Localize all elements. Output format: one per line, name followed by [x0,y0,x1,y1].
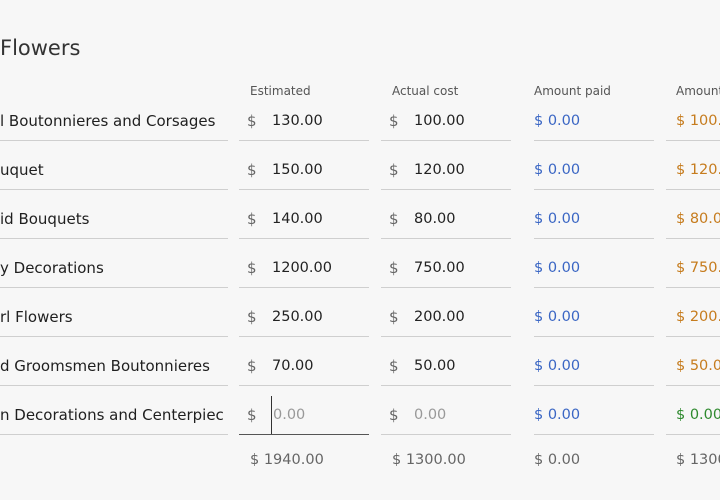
actual-value: 100.00 [414,113,465,129]
estimated-value: 150.00 [272,162,323,178]
paid-value: $ 0.00 [534,211,581,227]
dollar-sign: $ [389,259,399,277]
column-header-amount-paid: Amount paid [534,84,611,98]
paid-value: $ 0.00 [534,358,581,374]
amount-paid-link[interactable]: $ 0.00 [534,200,654,239]
amount-due-cell: $ 80.00 [666,200,720,239]
actual-cost-input[interactable]: $ 0.00 [381,396,511,435]
amount-due-cell: $ 120.0 [666,151,720,190]
amount-paid-link[interactable]: $ 0.00 [534,298,654,337]
estimated-value: 250.00 [272,309,323,325]
actual-cost-input[interactable]: $ 120.00 [381,151,511,190]
estimated-cost-input[interactable]: $ 70.00 [239,347,369,386]
paid-value: $ 0.00 [534,260,581,276]
actual-cost-input[interactable]: $ 50.00 [381,347,511,386]
estimated-value: 70.00 [272,358,314,374]
dollar-sign: $ [389,406,399,424]
amount-due-cell: $ 200.0 [666,298,720,337]
amount-due-cell: $ 100.0 [666,102,720,141]
total-amount-due: $ 1300 [676,452,720,468]
estimated-cost-input[interactable]: $ 1200.00 [239,249,369,288]
total-amount-paid: $ 0.00 [534,452,581,468]
due-value: $ 100.0 [676,113,720,129]
column-header-estimated: Estimated [250,84,311,98]
actual-value: 120.00 [414,162,465,178]
amount-due-cell: $ 750.0 [666,249,720,288]
budget-row: y Decorations $ 1200.00 $ 750.00 $ 0.00 … [0,249,720,298]
budget-row: l Boutonnieres and Corsages $ 130.00 $ 1… [0,102,720,151]
budget-row: rl Flowers $ 250.00 $ 200.00 $ 0.00 $ 20… [0,298,720,347]
paid-value: $ 0.00 [534,309,581,325]
estimated-cost-input[interactable]: $ 140.00 [239,200,369,239]
amount-paid-link[interactable]: $ 0.00 [534,396,654,435]
due-value: $ 750.0 [676,260,720,276]
dollar-sign: $ [247,308,257,326]
dollar-sign: $ [247,357,257,375]
dollar-sign: $ [389,357,399,375]
actual-placeholder: 0.00 [414,407,447,423]
actual-value: 80.00 [414,211,456,227]
dollar-sign: $ [247,210,257,228]
category-label: uquet [0,151,228,190]
dollar-sign: $ [389,308,399,326]
budget-row: id Bouquets $ 140.00 $ 80.00 $ 0.00 $ 80… [0,200,720,249]
actual-value: 200.00 [414,309,465,325]
due-value: $ 200.0 [676,309,720,325]
amount-paid-link[interactable]: $ 0.00 [534,151,654,190]
estimated-placeholder: 0.00 [271,396,305,434]
estimated-value: 130.00 [272,113,323,129]
dollar-sign: $ [389,161,399,179]
actual-cost-input[interactable]: $ 100.00 [381,102,511,141]
category-label: id Bouquets [0,200,228,239]
due-value: $ 50.00 [676,358,720,374]
budget-page: Flowers Estimated Actual cost Amount pai… [0,0,720,500]
dollar-sign: $ [389,210,399,228]
amount-paid-link[interactable]: $ 0.00 [534,102,654,141]
dollar-sign: $ [247,406,257,424]
column-header-actual-cost: Actual cost [392,84,459,98]
category-label: rl Flowers [0,298,228,337]
actual-value: 750.00 [414,260,465,276]
category-label: l Boutonnieres and Corsages [0,102,228,141]
due-value: $ 120.0 [676,162,720,178]
estimated-cost-input[interactable]: $ 130.00 [239,102,369,141]
due-value: $ 80.00 [676,211,720,227]
budget-row: uquet $ 150.00 $ 120.00 $ 0.00 $ 120.0 [0,151,720,200]
actual-value: 50.00 [414,358,456,374]
category-label: d Groomsmen Boutonnieres [0,347,228,386]
amount-paid-link[interactable]: $ 0.00 [534,347,654,386]
estimated-cost-input[interactable]: $ 250.00 [239,298,369,337]
section-title: Flowers [0,36,81,60]
estimated-cost-input[interactable]: $ 0.00 [239,396,369,435]
estimated-value: 140.00 [272,211,323,227]
total-actual-cost: $ 1300.00 [392,452,466,468]
dollar-sign: $ [389,112,399,130]
category-label: n Decorations and Centerpiec [0,396,228,435]
paid-value: $ 0.00 [534,407,581,423]
amount-paid-link[interactable]: $ 0.00 [534,249,654,288]
estimated-value: 1200.00 [272,260,332,276]
budget-row: d Groomsmen Boutonnieres $ 70.00 $ 50.00… [0,347,720,396]
due-value: $ 0.00 [676,407,720,423]
dollar-sign: $ [247,161,257,179]
category-label: y Decorations [0,249,228,288]
actual-cost-input[interactable]: $ 750.00 [381,249,511,288]
amount-due-cell: $ 0.00 [666,396,720,435]
actual-cost-input[interactable]: $ 80.00 [381,200,511,239]
paid-value: $ 0.00 [534,162,581,178]
column-header-amount-due: Amount [676,84,720,98]
estimated-cost-input[interactable]: $ 150.00 [239,151,369,190]
actual-cost-input[interactable]: $ 200.00 [381,298,511,337]
paid-value: $ 0.00 [534,113,581,129]
amount-due-cell: $ 50.00 [666,347,720,386]
budget-row: n Decorations and Centerpiec $ 0.00 $ 0.… [0,396,720,445]
total-estimated: $ 1940.00 [250,452,324,468]
dollar-sign: $ [247,259,257,277]
dollar-sign: $ [247,112,257,130]
